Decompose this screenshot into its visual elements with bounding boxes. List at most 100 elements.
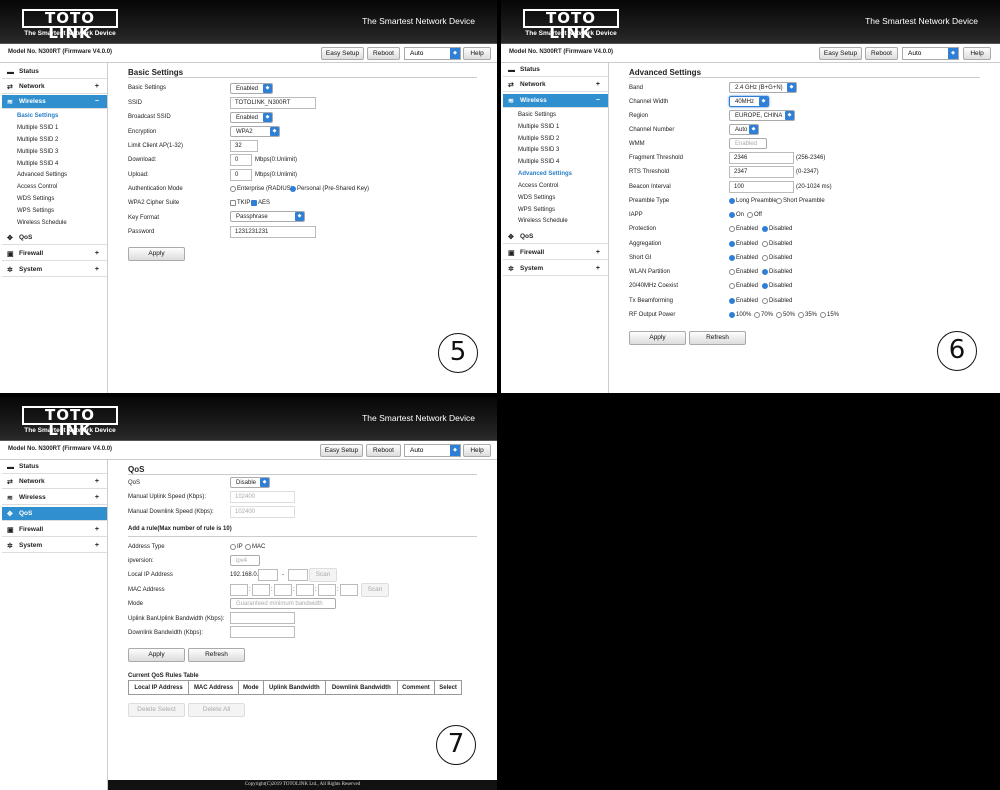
aggregation-enabled-radio[interactable] — [729, 241, 735, 247]
sidebar-item-ssid2[interactable]: Multiple SSID 2 — [17, 137, 58, 143]
sidebar-item-ssid3[interactable]: Multiple SSID 3 — [518, 147, 559, 153]
rf-100-radio[interactable] — [729, 312, 735, 318]
partition-enabled-radio[interactable] — [729, 269, 735, 275]
language-select[interactable]: Auto ◆ — [404, 47, 461, 60]
sidebar-item-ssid4[interactable]: Multiple SSID 4 — [518, 159, 559, 165]
ipversion-select[interactable]: ipv4 — [230, 555, 260, 566]
sidebar-item-wps[interactable]: WPS Settings — [518, 207, 555, 213]
sidebar-item-ssid2[interactable]: Multiple SSID 2 — [518, 136, 559, 142]
partition-disabled-radio[interactable] — [762, 269, 768, 275]
uplink-speed-input[interactable]: 102400 — [230, 491, 295, 503]
menu-wireless[interactable]: ≋ Wireless + — [2, 491, 107, 505]
channel-number-select[interactable]: Auto ◆ — [729, 124, 759, 135]
channel-width-select[interactable]: 40MHz ◆ — [729, 96, 769, 107]
basic-settings-select[interactable]: Enabled ◆ — [230, 83, 273, 94]
sidebar-item-basic-settings[interactable]: Basic Settings — [518, 112, 556, 118]
auth-personal-radio[interactable] — [290, 186, 296, 192]
reboot-button[interactable]: Reboot — [366, 444, 401, 457]
help-button[interactable]: Help — [463, 444, 491, 457]
reboot-button[interactable]: Reboot — [367, 47, 400, 60]
addr-ip-radio[interactable] — [230, 544, 236, 550]
ip-scan-button[interactable]: Scan — [309, 568, 337, 582]
rf-50-radio[interactable] — [776, 312, 782, 318]
downlink-bandwidth-input[interactable] — [230, 626, 295, 638]
apply-button[interactable]: Apply — [629, 331, 686, 345]
rf-15-radio[interactable] — [820, 312, 826, 318]
tkip-checkbox[interactable] — [230, 200, 236, 206]
beamforming-disabled-radio[interactable] — [762, 298, 768, 304]
mac-octet-4[interactable] — [296, 584, 314, 596]
local-ip-start-input[interactable] — [258, 569, 278, 581]
fragment-threshold-input[interactable]: 2346 — [729, 152, 794, 164]
menu-status[interactable]: ▬ Status — [2, 65, 107, 79]
menu-firewall[interactable]: ▣ Firewall + — [2, 523, 107, 537]
aes-checkbox[interactable] — [251, 200, 257, 206]
broadcast-ssid-select[interactable]: Enabled ◆ — [230, 112, 273, 123]
coexist-disabled-radio[interactable] — [762, 283, 768, 289]
help-button[interactable]: Help — [463, 47, 491, 60]
beamforming-enabled-radio[interactable] — [729, 298, 735, 304]
mac-octet-1[interactable] — [230, 584, 248, 596]
refresh-button[interactable]: Refresh — [188, 648, 245, 662]
language-select[interactable]: Auto ◆ — [902, 47, 959, 60]
rf-35-radio[interactable] — [798, 312, 804, 318]
sidebar-item-ssid4[interactable]: Multiple SSID 4 — [17, 161, 58, 167]
rf-70-radio[interactable] — [754, 312, 760, 318]
iapp-off-radio[interactable] — [747, 212, 753, 218]
short-preamble-radio[interactable] — [776, 198, 782, 204]
sidebar-item-advanced[interactable]: Advanced Settings — [518, 171, 572, 177]
mac-scan-button[interactable]: Scan — [361, 583, 389, 597]
menu-qos[interactable]: ✥ QoS — [503, 230, 608, 244]
menu-network[interactable]: ⇄ Network + — [2, 80, 107, 94]
sidebar-item-advanced[interactable]: Advanced Settings — [17, 172, 67, 178]
mode-select[interactable]: Guaranteed minimum bandwidth — [230, 598, 336, 609]
coexist-enabled-radio[interactable] — [729, 283, 735, 289]
limit-client-input[interactable]: 32 — [230, 140, 258, 152]
menu-status[interactable]: ▬ Status — [2, 460, 107, 474]
encryption-select[interactable]: WPA2 ◆ — [230, 126, 280, 137]
menu-system[interactable]: ✲ System + — [503, 262, 608, 276]
reboot-button[interactable]: Reboot — [865, 47, 898, 60]
sidebar-item-ssid3[interactable]: Multiple SSID 3 — [17, 149, 58, 155]
local-ip-end-input[interactable] — [288, 569, 308, 581]
aggregation-disabled-radio[interactable] — [762, 241, 768, 247]
qos-select[interactable]: Disable ◆ — [230, 477, 270, 488]
menu-network[interactable]: ⇄ Network + — [2, 475, 107, 489]
rts-threshold-input[interactable]: 2347 — [729, 166, 794, 178]
upload-input[interactable]: 0 — [230, 169, 252, 181]
sidebar-item-schedule[interactable]: Wireless Schedule — [518, 218, 568, 224]
shortgi-enabled-radio[interactable] — [729, 255, 735, 261]
delete-select-button[interactable]: Delete Select — [128, 703, 185, 717]
long-preamble-radio[interactable] — [729, 198, 735, 204]
menu-qos[interactable]: ✥ QoS — [2, 507, 107, 521]
easy-setup-button[interactable]: Easy Setup — [321, 47, 364, 60]
protection-disabled-radio[interactable] — [762, 226, 768, 232]
easy-setup-button[interactable]: Easy Setup — [320, 444, 363, 457]
sidebar-item-wps[interactable]: WPS Settings — [17, 208, 54, 214]
sidebar-item-basic-settings[interactable]: Basic Settings — [17, 113, 58, 119]
menu-status[interactable]: ▬ Status — [503, 63, 608, 77]
delete-all-button[interactable]: Delete All — [188, 703, 245, 717]
refresh-button[interactable]: Refresh — [689, 331, 746, 345]
mac-octet-6[interactable] — [340, 584, 358, 596]
sidebar-item-schedule[interactable]: Wireless Schedule — [17, 220, 67, 226]
apply-button[interactable]: Apply — [128, 247, 185, 261]
iapp-on-radio[interactable] — [729, 212, 735, 218]
ssid-input[interactable]: TOTOLINK_N300RT — [230, 97, 316, 109]
band-select[interactable]: 2.4 GHz (B+G+N) ◆ — [729, 82, 797, 93]
uplink-bandwidth-input[interactable] — [230, 612, 295, 624]
apply-button[interactable]: Apply — [128, 648, 185, 662]
mac-octet-5[interactable] — [318, 584, 336, 596]
sidebar-item-ssid1[interactable]: Multiple SSID 1 — [518, 124, 559, 130]
menu-firewall[interactable]: ▣ Firewall + — [503, 246, 608, 260]
sidebar-item-access-control[interactable]: Access Control — [518, 183, 558, 189]
menu-network[interactable]: ⇄ Network + — [503, 78, 608, 92]
mac-octet-2[interactable] — [252, 584, 270, 596]
password-input[interactable]: 1231231231 — [230, 226, 316, 238]
downlink-speed-input[interactable]: 102400 — [230, 506, 295, 518]
auth-enterprise-radio[interactable] — [230, 186, 236, 192]
easy-setup-button[interactable]: Easy Setup — [819, 47, 862, 60]
language-select[interactable]: Auto ◆ — [404, 444, 461, 457]
sidebar-item-wds[interactable]: WDS Settings — [17, 196, 54, 202]
sidebar-item-wds[interactable]: WDS Settings — [518, 195, 555, 201]
